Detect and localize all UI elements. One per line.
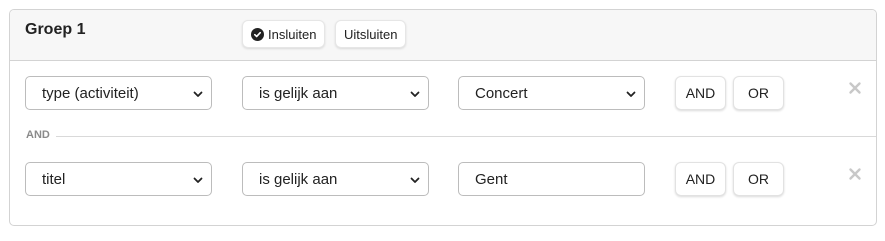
field-select-value: type (activiteit) — [42, 84, 139, 102]
or-button[interactable]: OR — [733, 76, 784, 110]
include-label: Insluiten — [268, 26, 317, 42]
operator-select[interactable]: is gelijk aan — [242, 162, 429, 196]
chevron-down-icon — [410, 177, 420, 183]
divider-line — [56, 136, 876, 137]
operator-select[interactable]: is gelijk aan — [242, 76, 429, 110]
chevron-down-icon — [193, 177, 203, 183]
check-circle-icon — [251, 27, 264, 41]
or-button[interactable]: OR — [733, 162, 784, 196]
group-title: Groep 1 — [25, 21, 86, 38]
value-input[interactable]: Gent — [458, 162, 645, 196]
field-select[interactable]: type (activiteit) — [25, 76, 212, 110]
operator-select-value: is gelijk aan — [259, 84, 338, 102]
operator-select-value: is gelijk aan — [259, 170, 338, 188]
chevron-down-icon — [626, 91, 636, 97]
value-select[interactable]: Concert — [458, 76, 645, 110]
and-button[interactable]: AND — [675, 162, 726, 196]
value-input-text: Gent — [475, 170, 508, 188]
divider-label: AND — [26, 129, 50, 141]
exclude-button[interactable]: Uitsluiten — [335, 20, 407, 48]
chevron-down-icon — [410, 91, 420, 97]
filter-group-card: Groep 1 Insluiten Uitsluiten type (activ… — [9, 9, 877, 226]
include-button[interactable]: Insluiten — [242, 20, 326, 48]
close-icon[interactable] — [848, 81, 862, 95]
value-select-value: Concert — [475, 84, 528, 102]
close-icon[interactable] — [848, 167, 862, 181]
group-header: Groep 1 Insluiten Uitsluiten — [10, 10, 876, 61]
and-button[interactable]: AND — [675, 76, 726, 110]
field-select-value: titel — [42, 170, 66, 188]
field-select[interactable]: titel — [25, 162, 212, 196]
exclude-label: Uitsluiten — [344, 26, 398, 42]
chevron-down-icon — [193, 91, 203, 97]
